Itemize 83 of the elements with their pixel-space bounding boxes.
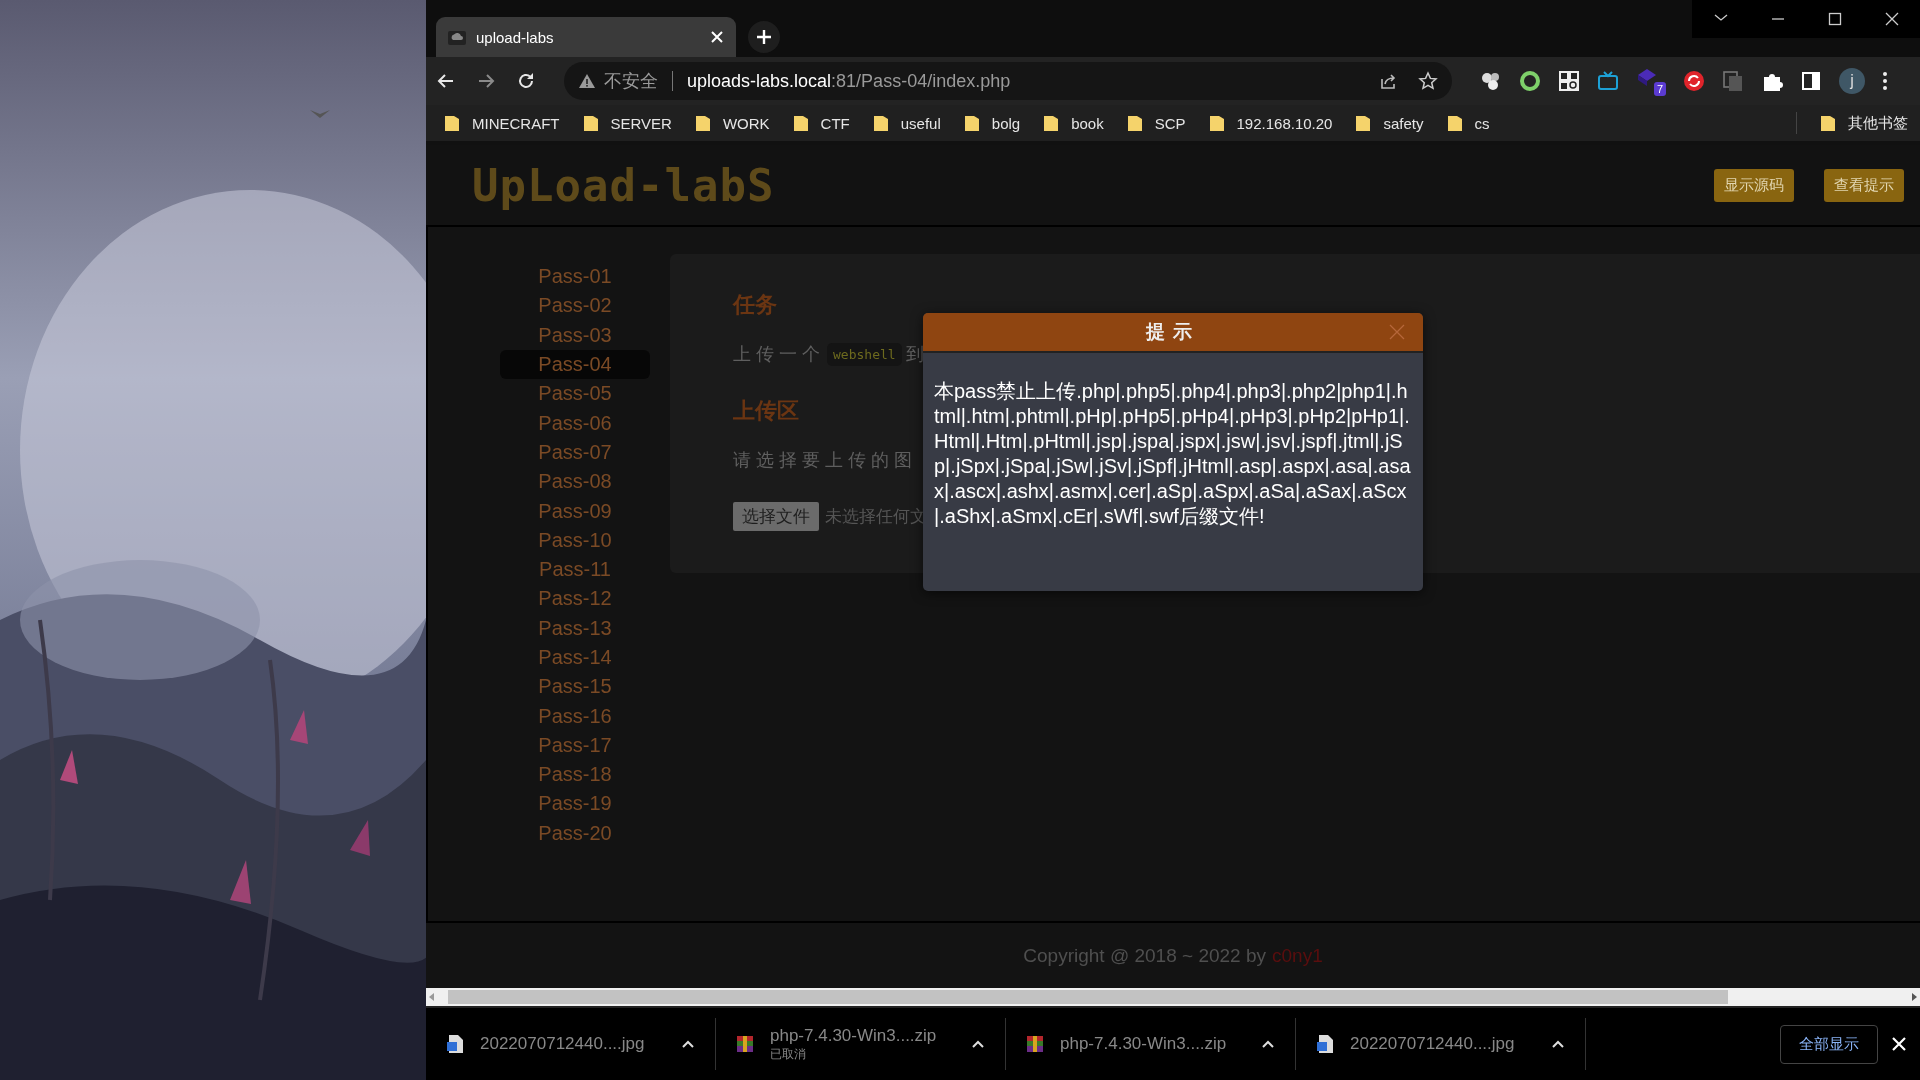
bookmark-folder[interactable]: bolg bbox=[963, 114, 1021, 132]
chevron-up-icon[interactable] bbox=[971, 1039, 985, 1049]
bookmark-folder[interactable]: 192.168.10.20 bbox=[1208, 114, 1333, 132]
bookmark-folder[interactable]: SCP bbox=[1126, 114, 1186, 132]
refresh-icon[interactable] bbox=[1683, 70, 1705, 92]
chevron-up-icon[interactable] bbox=[1551, 1039, 1565, 1049]
bookmark-folder[interactable]: MINECRAFT bbox=[444, 114, 560, 132]
sidebar-link[interactable]: Pass-17 bbox=[500, 730, 650, 761]
ring-icon[interactable] bbox=[1519, 70, 1541, 92]
archive-icon bbox=[1026, 1034, 1044, 1054]
copy-icon[interactable] bbox=[1722, 70, 1744, 92]
bookmark-folder[interactable]: cs bbox=[1446, 114, 1490, 132]
security-label: 不安全 bbox=[604, 70, 658, 93]
sidebar-link[interactable]: Pass-02 bbox=[500, 291, 650, 321]
section-heading: 任务 bbox=[733, 291, 777, 319]
upload-prompt: 请选择要上传的图 bbox=[733, 449, 917, 472]
sidebar-link[interactable]: Pass-06 bbox=[500, 408, 650, 438]
section-heading: 上传区 bbox=[733, 397, 799, 425]
dialog-message: 本pass禁止上传.php|.php5|.php4|.php3|.php2|php1|.html|.htm|.phtml|.pHp|.pHp5|.pHp4|.pHp3|.pHp2|pHp1|.Html|.Htm|.pHtml|.jsp|.jspa|.jspx|.jsw|.jsv|.jspf|.jtml|.jSp|.jSpx|.jSpa|.jSw|.jSv|.jSpf|.jHtml|.asp|.aspx|.asa|.asax|.ascx|.ashx|.asmx|.cer|.aSp|.aSpx|.aSa|.aSax|.aScx|.aShx|.aSmx|.cEr|.sWf|.swf后缀文件! bbox=[933, 379, 1412, 529]
sidebar-link[interactable]: Pass-12 bbox=[500, 584, 650, 614]
chevron-up-icon[interactable] bbox=[681, 1039, 695, 1049]
download-item[interactable]: 2022070712440....jpg bbox=[1296, 1018, 1586, 1070]
reload-icon[interactable] bbox=[516, 71, 536, 91]
dialog-title: 提示 bbox=[1146, 320, 1200, 344]
bookmark-folder[interactable]: useful bbox=[872, 114, 941, 132]
file-name: php-7.4.30-Win3....zip bbox=[1060, 1034, 1228, 1054]
star-icon[interactable] bbox=[1418, 71, 1438, 91]
sidebar-link[interactable]: Pass-20 bbox=[500, 818, 650, 848]
browser-tab[interactable]: upload-labs bbox=[436, 17, 736, 57]
menu-icon[interactable] bbox=[1882, 71, 1888, 91]
sidebar-link[interactable]: Pass-01 bbox=[500, 262, 650, 292]
bubbles-icon[interactable] bbox=[1480, 70, 1502, 92]
download-item[interactable]: 2022070712440....jpg bbox=[426, 1018, 716, 1070]
download-status: 已取消 bbox=[770, 1045, 807, 1063]
url-text: uploads-labs.local:81/Pass-04/index.php bbox=[687, 70, 1011, 92]
sidebar-link[interactable]: Pass-07 bbox=[500, 437, 650, 468]
task-text: 到 bbox=[905, 343, 924, 366]
header-button[interactable]: 显示源码 bbox=[1714, 168, 1794, 202]
sidebar-link[interactable]: Pass-09 bbox=[500, 496, 650, 526]
tv-icon[interactable] bbox=[1597, 70, 1619, 92]
site-logo[interactable]: UpLoad-labS bbox=[472, 159, 1684, 211]
share-icon[interactable] bbox=[1378, 71, 1398, 91]
code-snippet: webshell bbox=[827, 342, 902, 366]
bookmark-folder[interactable]: safety bbox=[1355, 114, 1424, 132]
sidebar-link[interactable]: Pass-13 bbox=[500, 613, 650, 643]
copyright-text: Copyright @ 2018 ~ 2022 by bbox=[1023, 944, 1266, 967]
file-name: 2022070712440....jpg bbox=[480, 1034, 646, 1054]
count-badge: 7 bbox=[1653, 82, 1666, 96]
side-panel-icon[interactable] bbox=[1800, 70, 1822, 92]
plus-icon bbox=[756, 29, 772, 45]
bookmark-folder[interactable]: SERVER bbox=[582, 114, 672, 132]
download-item[interactable]: php-7.4.30-Win3....zip 已取消 bbox=[716, 1018, 1006, 1070]
image-file-icon bbox=[446, 1034, 464, 1054]
sidebar-link[interactable]: Pass-03 bbox=[500, 320, 650, 350]
show-all-button[interactable]: 全部显示 bbox=[1780, 1024, 1878, 1064]
sidebar-link[interactable]: Pass-16 bbox=[500, 701, 650, 731]
sidebar-link[interactable]: Pass-11 bbox=[500, 554, 650, 585]
warning-icon bbox=[578, 73, 596, 89]
sidebar-link[interactable]: Pass-14 bbox=[500, 642, 650, 673]
sidebar-link[interactable]: Pass-08 bbox=[500, 467, 650, 497]
horizontal-scrollbar[interactable] bbox=[426, 988, 1920, 1006]
chevron-up-icon[interactable] bbox=[1261, 1039, 1275, 1049]
sidebar-link[interactable]: Pass-05 bbox=[500, 379, 650, 409]
header-button[interactable]: 查看提示 bbox=[1824, 168, 1904, 202]
sidebar-link[interactable]: Pass-04 bbox=[500, 349, 650, 380]
file-name: php-7.4.30-Win3....zip bbox=[770, 1025, 938, 1046]
image-file-icon bbox=[1316, 1034, 1334, 1054]
qr-code-icon[interactable] bbox=[1558, 70, 1580, 92]
choose-file-button[interactable]: 选择文件 bbox=[733, 502, 819, 531]
archive-icon bbox=[736, 1034, 754, 1054]
address-bar[interactable]: 不安全 uploads-labs.local:81/Pass-04/index.php bbox=[564, 62, 1452, 100]
sidebar-link[interactable]: Pass-10 bbox=[500, 525, 650, 555]
sidebar-link[interactable]: Pass-19 bbox=[500, 789, 650, 819]
bookmark-folder[interactable]: WORK bbox=[694, 114, 770, 132]
download-item[interactable]: php-7.4.30-Win3....zip bbox=[1006, 1018, 1296, 1070]
sidebar-link[interactable]: Pass-15 bbox=[500, 672, 650, 702]
new-tab-button[interactable] bbox=[748, 21, 780, 53]
bookmark-folder[interactable]: 其他书签 bbox=[1820, 113, 1908, 133]
profile-avatar[interactable]: j bbox=[1839, 68, 1865, 94]
bookmark-folder[interactable]: book bbox=[1043, 114, 1104, 132]
sidebar-link[interactable]: Pass-18 bbox=[500, 760, 650, 790]
bookmark-folder[interactable]: CTF bbox=[792, 114, 850, 132]
file-name: 2022070712440....jpg bbox=[1350, 1034, 1516, 1054]
